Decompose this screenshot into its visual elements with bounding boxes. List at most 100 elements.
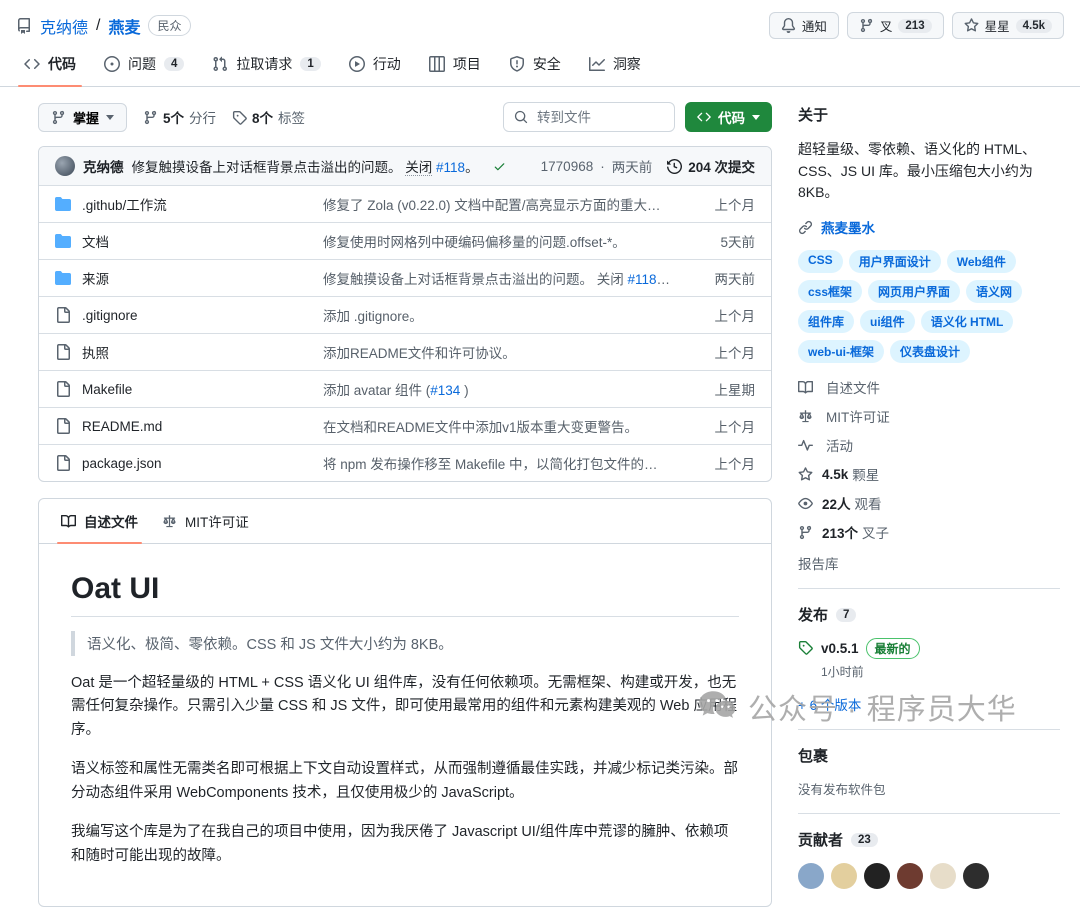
branches-count: 5个 [163,107,184,127]
tags-link[interactable]: 8个 标签 [232,107,305,127]
contributors-count-badge: 23 [851,833,878,847]
file-issue-link[interactable]: #134 [430,383,460,398]
repo-header: 克纳德 / 燕麦 民众 通知 叉 213 星星 4.5k [0,0,1080,45]
commit-message-tail: 。 [465,160,479,175]
file-commit-time: 上个月 [683,194,755,214]
file-commit-message: 修复触摸设备上对话框背景点击溢出的问题。 关闭 [323,272,628,287]
tab-actions[interactable]: 行动 [337,45,413,86]
sidebar-item-forks[interactable]: 213个叉子 [798,522,1060,542]
tab-readme[interactable]: 自述文件 [49,499,150,543]
topic-tag[interactable]: 用户界面设计 [849,250,941,273]
divider [798,588,1060,589]
topic-tag[interactable]: 网页用户界面 [868,280,960,303]
avatar[interactable] [831,863,857,889]
readme-card: 自述文件 MIT许可证 Oat UI 语义化、极简、零依赖。CSS 和 JS 文… [38,498,772,907]
topic-tag[interactable]: ui组件 [860,310,915,333]
topic-tag[interactable]: CSS [798,250,843,273]
repo-name-link[interactable]: 燕麦 [108,14,140,38]
tab-insights[interactable]: 洞察 [577,45,653,86]
table-row[interactable]: README.md 在文档和README文件中添加v1版本重大变更警告。 上个月 [39,407,771,444]
tab-issues[interactable]: 问题 4 [92,45,196,86]
tag-icon [232,110,247,125]
readme-content: Oat UI 语义化、极简、零依赖。CSS 和 JS 文件大小约为 8KB。 O… [39,544,771,906]
tab-code[interactable]: 代码 [12,45,88,86]
commit-message: 修复触摸设备上对话框背景点击溢出的问题。 关闭 #118。 [132,156,479,176]
file-commit-message: 修复了 Zola (v0.22.0) 文档中配置/高亮显示方面的重大更改。 ..… [323,198,683,213]
avatar[interactable] [897,863,923,889]
commit-message-text: 修复触摸设备上对话框背景点击溢出的问题。 [132,160,402,175]
latest-commit-bar[interactable]: 克纳德 修复触摸设备上对话框背景点击溢出的问题。 关闭 #118。 177096… [39,147,771,185]
file-commit-time: 上星期 [683,379,755,399]
topic-tag[interactable]: 语义化 HTML [921,310,1014,333]
report-repository-link[interactable]: 报告库 [798,553,1060,573]
commit-author: 克纳德 [83,156,124,176]
topic-tag[interactable]: Web组件 [947,250,1016,273]
sidebar-item-activity[interactable]: 活动 [798,435,1060,455]
readme-title: Oat UI [71,572,739,617]
table-row[interactable]: .github/工作流 修复了 Zola (v0.22.0) 文档中配置/高亮显… [39,185,771,222]
avatar[interactable] [930,863,956,889]
topic-tag[interactable]: 仪表盘设计 [890,340,970,363]
notifications-label: 通知 [802,16,827,35]
tab-projects[interactable]: 项目 [417,45,493,86]
code-icon [24,56,40,72]
topic-tag[interactable]: 语义网 [966,280,1022,303]
sidebar-item-watchers[interactable]: 22人观看 [798,493,1060,513]
table-row[interactable]: 来源 修复触摸设备上对话框背景点击溢出的问题。 关闭 #118 。 两天前 [39,259,771,296]
commit-history-link[interactable]: 204 次提交 [667,156,755,176]
table-row[interactable]: Makefile 添加 avatar 组件 (#134 ) 上星期 [39,370,771,407]
file-commit-message: 修复使用时网格列中硬编码偏移量的问题.offset-*。 [323,235,626,250]
search-icon [514,110,528,124]
packages-empty-text: 没有发布软件包 [798,779,1060,798]
notifications-button[interactable]: 通知 [769,12,839,39]
avatar[interactable] [864,863,890,889]
sidebar-item-license[interactable]: MIT许可证 [798,406,1060,426]
topic-tag[interactable]: web-ui-框架 [798,340,884,363]
branches-link[interactable]: 5个 分行 [143,107,216,127]
repo-meta-list: 自述文件 MIT许可证 活动 4.5k颗星 22人观看 213个叉子 [798,377,1060,542]
latest-release[interactable]: v0.5.1 最新的 1小时前 [798,638,1060,680]
avatar[interactable] [963,863,989,889]
more-releases-link[interactable]: + 6 个版本 [798,694,1060,714]
releases-heading: 发布 7 [798,604,1060,625]
folder-icon [55,270,71,286]
topic-tag[interactable]: css框架 [798,280,862,303]
branches-label: 分行 [189,107,216,127]
file-name: Makefile [82,382,132,397]
tab-pull-requests[interactable]: 拉取请求 1 [200,45,332,86]
current-branch-label: 掌握 [73,108,99,127]
table-row[interactable]: 文档 修复使用时网格列中硬编码偏移量的问题.offset-*。 5天前 [39,222,771,259]
branch-selector-button[interactable]: 掌握 [38,103,127,132]
file-name: .github/工作流 [82,194,167,214]
code-dropdown-button[interactable]: 代码 [685,102,772,132]
pull-request-icon [212,56,228,72]
tab-security[interactable]: 安全 [497,45,573,86]
topic-tag[interactable]: 组件库 [798,310,854,333]
project-icon [429,56,445,72]
star-button[interactable]: 星星 4.5k [952,12,1064,39]
sidebar-item-stars[interactable]: 4.5k颗星 [798,464,1060,484]
website-link[interactable]: 燕麦墨水 [798,217,1060,237]
commit-issue-link[interactable]: #118 [436,160,465,175]
table-row[interactable]: .gitignore 添加 .gitignore。 上个月 [39,296,771,333]
avatar[interactable] [798,863,824,889]
readme-blockquote: 语义化、极简、零依赖。CSS 和 JS 文件大小约为 8KB。 [71,631,739,656]
fork-button[interactable]: 叉 213 [847,12,944,39]
go-to-file-input[interactable] [535,109,664,126]
table-row[interactable]: package.json 将 npm 发布操作移至 Makefile 中，以简化… [39,444,771,481]
tab-license[interactable]: MIT许可证 [150,499,261,543]
check-icon [493,160,506,173]
table-row[interactable]: 执照 添加README文件和许可协议。 上个月 [39,333,771,370]
repo-tab-nav: 代码 问题 4 拉取请求 1 行动 项目 安全 洞察 [0,45,1080,87]
file-icon [55,418,71,434]
bell-icon [781,18,796,33]
law-icon [798,409,822,424]
sidebar-item-readme[interactable]: 自述文件 [798,377,1060,397]
repo-owner-link[interactable]: 克纳德 [40,14,88,38]
commit-hash[interactable]: 1770968 [541,159,594,174]
releases-count-badge: 7 [836,608,856,622]
file-issue-link[interactable]: #118 [628,272,671,287]
chevron-down-icon [106,115,114,120]
tab-insights-label: 洞察 [613,54,641,74]
fork-icon [859,18,874,33]
